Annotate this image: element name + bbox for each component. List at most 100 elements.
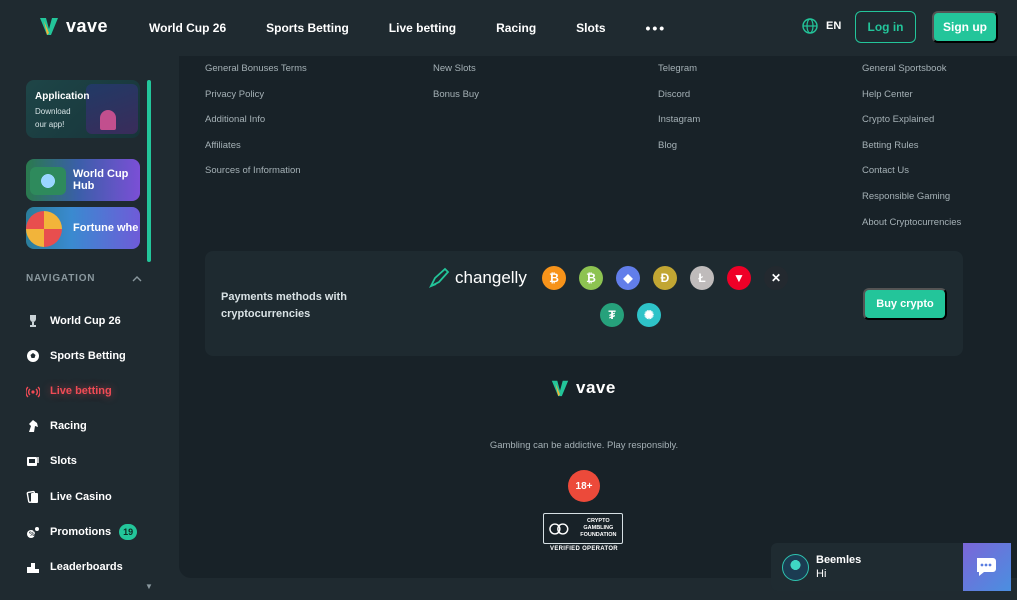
changelly-wordmark: changelly bbox=[455, 268, 527, 287]
crypto-gambling-foundation-badge[interactable]: CRYPTO GAMBLING FOUNDATION VERIFIED OPER… bbox=[543, 513, 625, 555]
login-button[interactable]: Log in bbox=[855, 11, 916, 43]
globe-icon bbox=[802, 18, 818, 34]
footer-link[interactable]: Sources of Information bbox=[205, 166, 307, 196]
crypto-coins-row-1: ₿ ₿ ◆ Ð Ł ▼ ✕ bbox=[542, 266, 788, 290]
vave-logo-icon bbox=[40, 18, 58, 35]
sidebar-item-live-betting[interactable]: Live betting bbox=[26, 373, 137, 408]
top-nav-live-betting[interactable]: Live betting bbox=[389, 21, 456, 35]
cgf-logo-icon bbox=[549, 522, 569, 535]
sidebar-item-leaderboards[interactable]: Leaderboards bbox=[26, 549, 137, 584]
sidebar-item-sports-betting[interactable]: Sports Betting bbox=[26, 338, 137, 373]
chat-agent-name: Beemles bbox=[816, 554, 862, 566]
sidebar-item-label: Promotions bbox=[50, 525, 112, 538]
footer-column-1: General Bonuses Terms Privacy Policy Add… bbox=[205, 64, 307, 196]
sidebar-item-racing[interactable]: Racing bbox=[26, 409, 137, 444]
ripple-icon: ✕ bbox=[764, 266, 788, 290]
footer-link[interactable]: Bonus Buy bbox=[433, 89, 479, 120]
top-nav-sports-betting[interactable]: Sports Betting bbox=[266, 21, 349, 35]
open-chat-button[interactable] bbox=[963, 543, 1011, 591]
promo-worldcup-title: World Cup Hub bbox=[73, 168, 129, 192]
scroll-down-icon[interactable]: ▼ bbox=[145, 582, 153, 591]
footer-link[interactable]: About Cryptocurrencies bbox=[862, 217, 961, 248]
chat-preview[interactable]: Beemles Hi bbox=[771, 543, 963, 591]
horse-icon bbox=[26, 419, 40, 433]
promo-app-title: Application bbox=[35, 91, 90, 102]
sidebar-item-label: Live betting bbox=[50, 384, 112, 397]
promo-fortune-title: Fortune whe bbox=[73, 222, 139, 234]
footer-panel: General Bonuses Terms Privacy Policy Add… bbox=[179, 56, 1017, 578]
chat-bubble-icon bbox=[977, 558, 996, 576]
cgf-verified-label: VERIFIED OPERATOR bbox=[550, 546, 618, 552]
age-restriction-badge: 18+ bbox=[568, 470, 600, 502]
rocket-icon bbox=[428, 267, 450, 289]
responsible-gambling-note: Gambling can be addictive. Play responsi… bbox=[489, 440, 679, 451]
payments-description: Payments methods with cryptocurrencies bbox=[221, 291, 347, 320]
crypto-coins-row-2: ₮ ✺ bbox=[600, 303, 661, 327]
vave-logo-icon bbox=[551, 380, 569, 397]
promo-app-subtitle: Download our app! bbox=[35, 107, 71, 129]
promo-fortune-banner[interactable]: Fortune whe bbox=[26, 207, 140, 249]
footer-column-4: General Sportsbook Help Center Crypto Ex… bbox=[862, 64, 961, 248]
promo-character bbox=[100, 110, 116, 130]
chat-agent-avatar bbox=[782, 554, 809, 581]
sidebar-item-label: Live Casino bbox=[50, 490, 112, 503]
more-menu-icon[interactable]: ••• bbox=[646, 20, 667, 36]
promo-app-banner[interactable]: Application Download our app! bbox=[26, 80, 140, 138]
sidebar-item-slots[interactable]: Slots bbox=[26, 444, 137, 479]
promotions-count-badge: 19 bbox=[119, 523, 138, 540]
sidebar-item-live-casino[interactable]: Live Casino bbox=[26, 479, 137, 514]
chevron-up-icon bbox=[132, 275, 142, 281]
tether-icon: ₮ bbox=[600, 303, 624, 327]
footer-logo-text: vave bbox=[576, 378, 616, 397]
bitcoin-cash-icon: ₿ bbox=[579, 266, 603, 290]
language-selector[interactable]: EN bbox=[802, 18, 841, 34]
sidebar: Application Download our app! World Cup … bbox=[14, 58, 153, 600]
top-nav-slots[interactable]: Slots bbox=[576, 21, 605, 35]
footer-column-2: New Slots Bonus Buy bbox=[433, 64, 479, 120]
brand-logo[interactable]: vave bbox=[38, 15, 108, 37]
logo-text: vave bbox=[66, 15, 109, 36]
top-nav-racing[interactable]: Racing bbox=[496, 21, 536, 35]
gift-icon: % bbox=[26, 525, 40, 539]
dogecoin-icon: Ð bbox=[653, 266, 677, 290]
footer-link[interactable]: Blog bbox=[658, 141, 700, 171]
navigation-heading[interactable]: NAVIGATION bbox=[26, 273, 142, 284]
chat-message: Hi bbox=[816, 568, 827, 580]
fortune-wheel-icon bbox=[26, 211, 62, 247]
footer-column-3: Telegram Discord Instagram Blog bbox=[658, 64, 700, 171]
tron-icon: ▼ bbox=[727, 266, 751, 290]
sidebar-scrollbar[interactable] bbox=[147, 80, 151, 262]
crypto-payments-card: Payments methods with cryptocurrencies c… bbox=[205, 251, 963, 356]
cgf-title: CRYPTO GAMBLING FOUNDATION bbox=[580, 518, 617, 538]
ethereum-icon: ◆ bbox=[616, 266, 640, 290]
sidebar-item-label: Slots bbox=[50, 455, 77, 468]
litecoin-icon: Ł bbox=[690, 266, 714, 290]
language-code: EN bbox=[826, 20, 842, 32]
footer-logo[interactable]: vave bbox=[550, 378, 616, 398]
svg-text:%: % bbox=[29, 531, 35, 538]
sidebar-item-label: Leaderboards bbox=[50, 560, 123, 573]
sidebar-nav-list: World Cup 26 Sports Betting Live betting… bbox=[26, 303, 138, 585]
top-nav: World Cup 26 Sports Betting Live betting… bbox=[149, 0, 666, 56]
trophy-icon bbox=[26, 314, 40, 328]
sidebar-item-label: Sports Betting bbox=[50, 349, 126, 362]
live-broadcast-icon bbox=[26, 384, 40, 398]
stadium-icon bbox=[30, 167, 66, 195]
promo-worldcup-banner[interactable]: World Cup Hub bbox=[26, 159, 140, 201]
changelly-logo: changelly bbox=[427, 266, 527, 290]
bitcoin-icon: ₿ bbox=[542, 266, 566, 290]
usdc-icon: ✺ bbox=[637, 303, 661, 327]
top-nav-world-cup[interactable]: World Cup 26 bbox=[149, 21, 226, 35]
sidebar-item-label: Racing bbox=[50, 420, 87, 433]
sidebar-item-label: World Cup 26 bbox=[50, 314, 121, 327]
navigation-heading-label: NAVIGATION bbox=[26, 273, 96, 284]
top-header: vave World Cup 26 Sports Betting Live be… bbox=[0, 0, 1017, 56]
cards-icon bbox=[26, 490, 40, 504]
slot-machine-icon bbox=[26, 454, 40, 468]
sidebar-item-promotions[interactable]: % Promotions 19 bbox=[26, 514, 138, 549]
sidebar-item-world-cup[interactable]: World Cup 26 bbox=[26, 303, 137, 338]
podium-icon bbox=[26, 560, 40, 574]
soccer-ball-icon bbox=[26, 349, 40, 363]
buy-crypto-button[interactable]: Buy crypto bbox=[863, 288, 947, 320]
signup-button[interactable]: Sign up bbox=[932, 11, 998, 43]
